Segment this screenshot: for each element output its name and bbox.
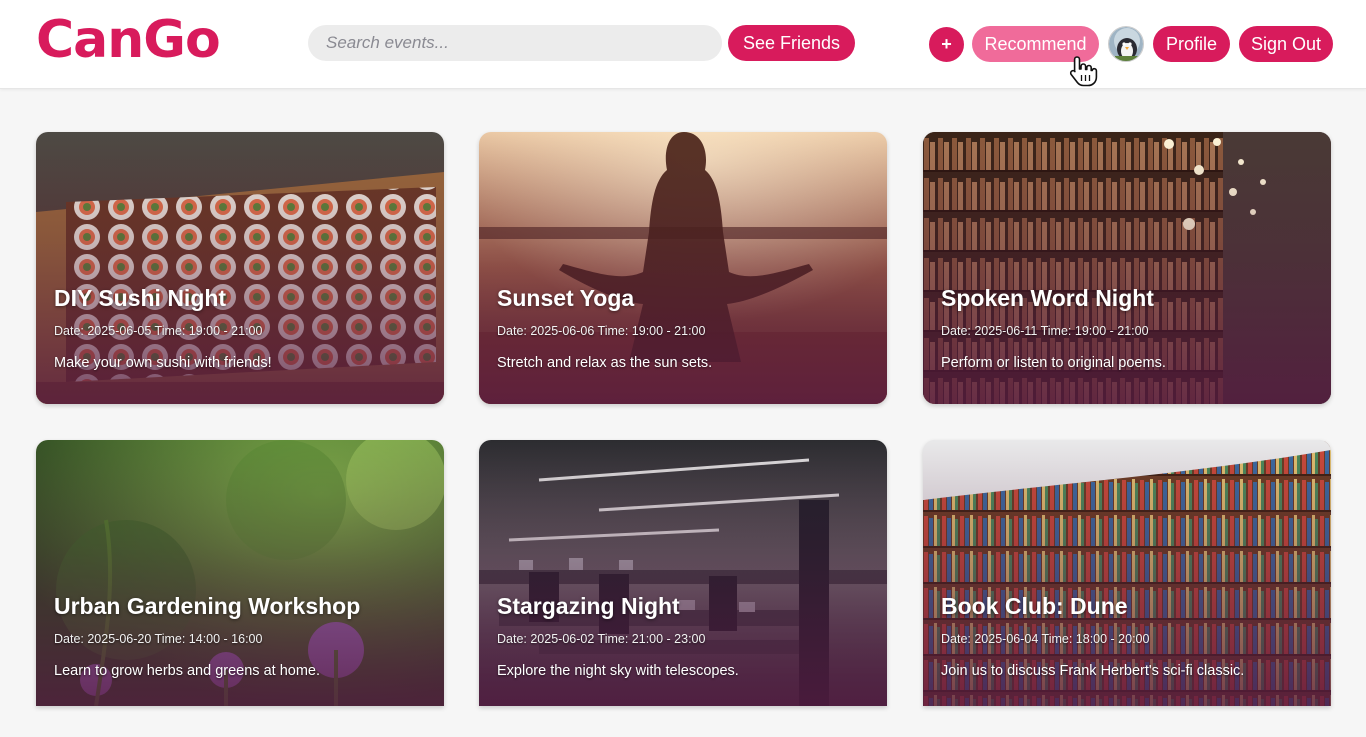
event-title: Spoken Word Night — [941, 285, 1154, 311]
event-description: Learn to grow herbs and greens at home. — [54, 663, 320, 679]
event-description: Perform or listen to original poems. — [941, 355, 1166, 371]
event-title: Book Club: Dune — [941, 593, 1128, 619]
event-description: Make your own sushi with friends! — [54, 355, 272, 371]
see-friends-button[interactable]: See Friends — [728, 25, 855, 61]
event-title: Stargazing Night — [497, 593, 680, 619]
cango-logo[interactable]: CanGo — [36, 14, 221, 66]
event-card[interactable]: DIY Sushi Night Date: 2025-06-05 Time: 1… — [36, 132, 444, 404]
sign-out-button[interactable]: Sign Out — [1239, 26, 1333, 62]
event-title: DIY Sushi Night — [54, 285, 227, 311]
event-card[interactable]: Urban Gardening Workshop Date: 2025-06-2… — [36, 440, 444, 706]
add-event-button[interactable]: + — [929, 27, 964, 62]
top-header: CanGo See Friends + Recommend Profile Si… — [0, 0, 1366, 89]
profile-button[interactable]: Profile — [1153, 26, 1230, 62]
event-date: Date: 2025-06-20 Time: 14:00 - 16:00 — [54, 632, 263, 646]
event-title: Urban Gardening Workshop — [54, 593, 361, 619]
event-description: Explore the night sky with telescopes. — [497, 663, 739, 679]
event-card[interactable]: Spoken Word Night Date: 2025-06-11 Time:… — [923, 132, 1331, 404]
event-date: Date: 2025-06-06 Time: 19:00 - 21:00 — [497, 324, 706, 338]
event-date: Date: 2025-06-11 Time: 19:00 - 21:00 — [941, 324, 1149, 338]
penguin-avatar-icon[interactable] — [1108, 26, 1144, 62]
event-card[interactable]: Stargazing Night Date: 2025-06-02 Time: … — [479, 440, 887, 706]
event-description: Join us to discuss Frank Herbert's sci-f… — [941, 663, 1245, 679]
event-date: Date: 2025-06-05 Time: 19:00 - 21:00 — [54, 324, 263, 338]
event-title: Sunset Yoga — [497, 285, 635, 311]
event-date: Date: 2025-06-04 Time: 18:00 - 20:00 — [941, 632, 1150, 646]
event-description: Stretch and relax as the sun sets. — [497, 355, 713, 371]
event-card[interactable]: Sunset Yoga Date: 2025-06-06 Time: 19:00… — [479, 132, 887, 404]
event-card[interactable]: Book Club: Dune Date: 2025-06-04 Time: 1… — [923, 440, 1331, 706]
event-date: Date: 2025-06-02 Time: 21:00 - 23:00 — [497, 632, 706, 646]
hand-pointer-cursor-icon — [1069, 56, 1098, 87]
search-input[interactable] — [308, 25, 722, 61]
